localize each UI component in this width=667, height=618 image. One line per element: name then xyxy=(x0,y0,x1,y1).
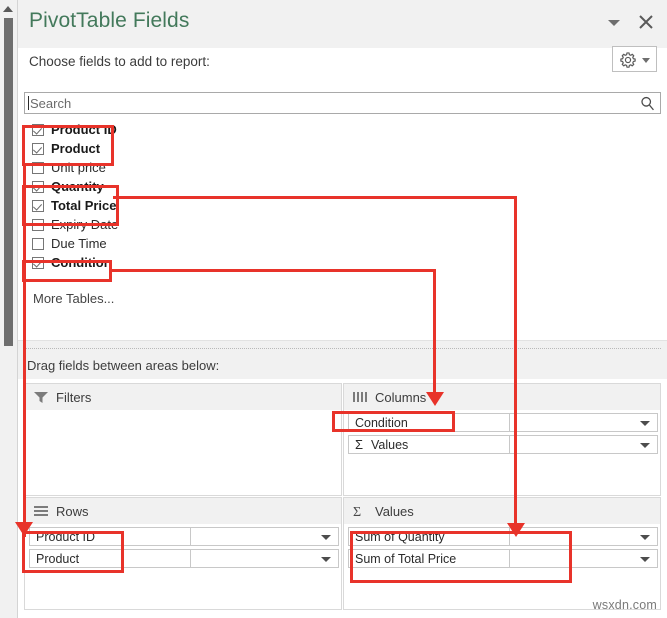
watermark: wsxdn.com xyxy=(592,598,657,612)
search-placeholder: Search xyxy=(30,96,72,111)
panel-titlebar: PivotTable Fields xyxy=(18,0,667,48)
field-checkbox[interactable] xyxy=(32,142,44,155)
field-label: Expiry Date xyxy=(51,217,119,232)
field-checkbox[interactable] xyxy=(32,237,44,250)
rows-chip[interactable]: Product xyxy=(29,549,339,568)
choose-fields-label: Choose fields to add to report: xyxy=(29,54,210,69)
chip-label: Product xyxy=(36,552,80,566)
filter-icon xyxy=(33,390,49,404)
field-list-tools-button[interactable] xyxy=(612,46,657,72)
rows-area-header: Rows xyxy=(25,498,341,524)
field-row[interactable]: Condition xyxy=(24,253,661,272)
values-area[interactable]: Σ Values Sum of Quantity Sum of Total Pr… xyxy=(343,497,661,610)
chevron-down-icon xyxy=(642,58,650,63)
search-icon[interactable] xyxy=(639,95,656,112)
sigma-icon: Σ xyxy=(352,504,368,520)
columns-area-label: Columns xyxy=(375,389,427,405)
close-icon[interactable] xyxy=(635,11,657,33)
field-checkbox[interactable] xyxy=(32,218,44,231)
field-list[interactable]: Product ID Product Unit price Quantity T… xyxy=(24,120,661,340)
field-checkbox[interactable] xyxy=(32,161,44,174)
sigma-icon: Σ xyxy=(355,437,364,452)
scroll-up-arrow-icon[interactable] xyxy=(3,6,13,12)
columns-icon xyxy=(352,390,368,404)
values-chip[interactable]: Sum of Total Price xyxy=(348,549,658,568)
field-checkbox[interactable] xyxy=(32,256,44,269)
chevron-down-icon[interactable] xyxy=(640,443,650,448)
field-label: Product xyxy=(51,141,101,156)
chip-label: Condition xyxy=(355,416,408,430)
field-checkbox[interactable] xyxy=(32,123,44,136)
field-checkbox[interactable] xyxy=(32,199,44,212)
values-area-header: Σ Values xyxy=(344,498,660,524)
splitter-dots xyxy=(24,348,661,349)
chevron-down-icon[interactable] xyxy=(321,557,331,562)
svg-text:Σ: Σ xyxy=(353,505,361,518)
field-label: Product ID xyxy=(51,122,117,137)
drag-fields-label: Drag fields between areas below: xyxy=(27,358,220,373)
chip-divider xyxy=(509,528,510,545)
text-caret xyxy=(28,96,29,110)
chevron-down-icon[interactable] xyxy=(608,20,620,26)
chevron-down-icon[interactable] xyxy=(640,421,650,426)
chip-divider xyxy=(509,414,510,431)
field-row[interactable]: Unit price xyxy=(24,158,661,177)
chevron-down-icon[interactable] xyxy=(640,535,650,540)
field-label: Unit price xyxy=(51,160,106,175)
filters-area[interactable]: Filters xyxy=(24,383,342,496)
rows-area[interactable]: Rows Product ID Product xyxy=(24,497,342,610)
rows-chip-list: Product ID Product xyxy=(29,527,339,571)
field-label: Total Price xyxy=(51,198,117,213)
field-label: Quantity xyxy=(51,179,104,194)
chevron-down-icon[interactable] xyxy=(640,557,650,562)
chevron-down-icon[interactable] xyxy=(321,535,331,540)
values-area-label: Values xyxy=(375,503,414,519)
values-chip[interactable]: Sum of Quantity xyxy=(348,527,658,546)
field-checkbox[interactable] xyxy=(32,180,44,193)
field-row[interactable]: Quantity xyxy=(24,177,661,196)
columns-area[interactable]: Columns Condition Σ Values xyxy=(343,383,661,496)
search-input[interactable]: Search xyxy=(24,92,661,114)
rows-icon xyxy=(33,504,49,518)
chip-label: Values xyxy=(371,438,409,452)
chip-divider xyxy=(190,550,191,567)
chip-label: Sum of Quantity xyxy=(355,530,445,544)
columns-chip[interactable]: Σ Values xyxy=(348,435,658,454)
columns-chip[interactable]: Condition xyxy=(348,413,658,432)
field-row[interactable]: Product xyxy=(24,139,661,158)
chip-divider xyxy=(509,550,510,567)
field-row[interactable]: Due Time xyxy=(24,234,661,253)
rows-area-label: Rows xyxy=(56,503,89,519)
columns-area-header: Columns xyxy=(344,384,660,410)
columns-chip-list: Condition Σ Values xyxy=(348,413,658,457)
scrollbar-thumb[interactable] xyxy=(4,18,13,346)
pivottable-fields-panel: PivotTable Fields Choose fields to add t… xyxy=(17,0,667,618)
chip-divider xyxy=(190,528,191,545)
values-chip-list: Sum of Quantity Sum of Total Price xyxy=(348,527,658,571)
field-row[interactable]: Total Price xyxy=(24,196,661,215)
field-row[interactable]: Expiry Date xyxy=(24,215,661,234)
chip-divider xyxy=(509,436,510,453)
page-title: PivotTable Fields xyxy=(29,9,190,32)
rows-chip[interactable]: Product ID xyxy=(29,527,339,546)
field-row[interactable]: Product ID xyxy=(24,120,661,139)
field-label: Due Time xyxy=(51,236,107,251)
filters-area-header: Filters xyxy=(25,384,341,410)
chip-label: Sum of Total Price xyxy=(355,552,457,566)
more-tables-link[interactable]: More Tables... xyxy=(33,291,114,306)
chip-label: Product ID xyxy=(36,530,96,544)
vertical-scrollbar[interactable] xyxy=(0,0,17,618)
field-label: Condition xyxy=(51,255,112,270)
gear-icon xyxy=(619,51,637,69)
filters-area-label: Filters xyxy=(56,389,92,405)
areas-section: Filters Columns Condition Σ Values Rows … xyxy=(24,383,661,611)
pivottable-fields-screenshot: PivotTable Fields Choose fields to add t… xyxy=(0,0,667,618)
